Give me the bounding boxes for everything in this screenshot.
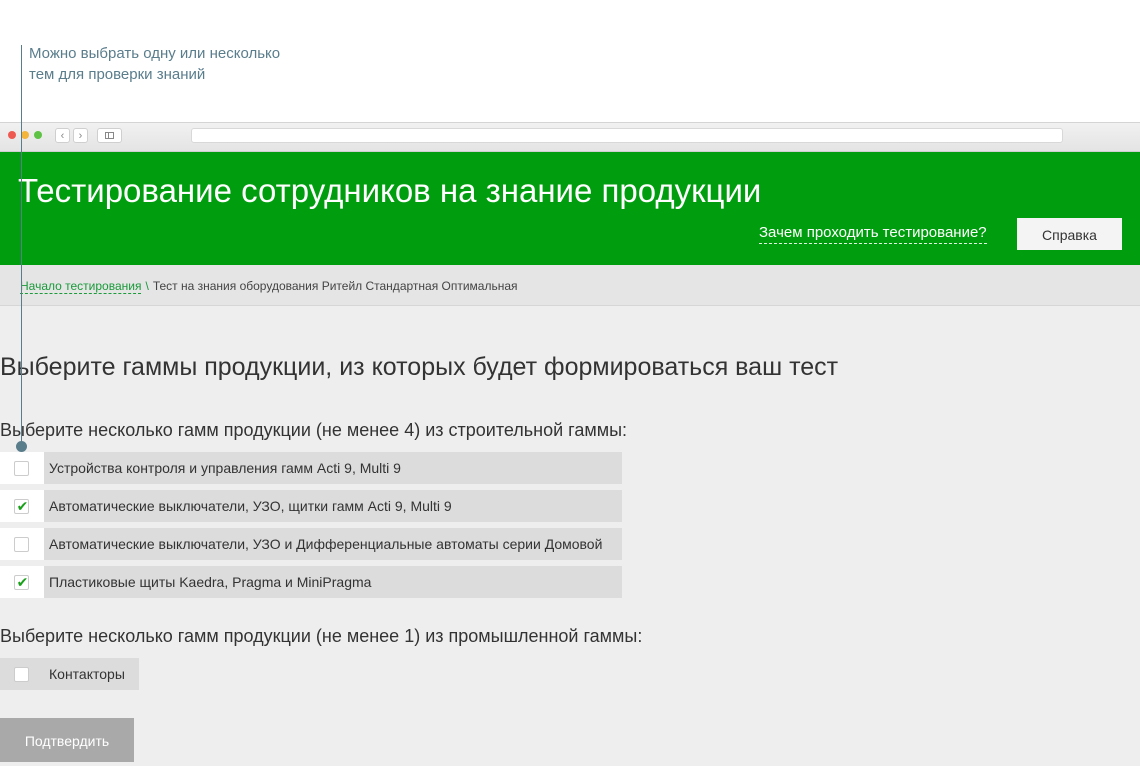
option-contactors[interactable]: Контакторы	[0, 658, 139, 690]
minimize-window-icon[interactable]	[21, 131, 29, 139]
sidebar-toggle-button[interactable]	[97, 128, 122, 143]
annotation-callout: Можно выбрать одну или несколько тем для…	[29, 43, 329, 85]
construction-section-label: Выберите несколько гамм продукции (не ме…	[0, 420, 628, 440]
annotation-line-2: тем для проверки знаний	[29, 66, 206, 83]
option-breakers-acti9[interactable]: ✔ Автоматические выключатели, УЗО, щитки…	[0, 490, 622, 522]
industrial-section-label: Выберите несколько гамм продукции (не ме…	[0, 626, 643, 646]
option-plastic-panels[interactable]: ✔ Пластиковые щиты Kaedra, Pragma и Mini…	[0, 566, 622, 598]
checkmark-icon: ✔	[16, 574, 29, 590]
option-label: Пластиковые щиты Kaedra, Pragma и MiniPr…	[49, 574, 372, 590]
checkbox-checked[interactable]: ✔	[14, 498, 29, 514]
checkmark-icon: ✔	[16, 498, 29, 514]
breadcrumb-separator: \	[145, 279, 149, 293]
site-header: Тестирование сотрудников на знание проду…	[0, 152, 1140, 265]
site-title: Тестирование сотрудников на знание проду…	[18, 172, 762, 209]
checkbox-cell	[0, 658, 44, 690]
option-label: Автоматические выключатели, УЗО, щитки г…	[49, 498, 452, 514]
option-label: Устройства контроля и управления гамм Ac…	[49, 460, 401, 476]
checkbox[interactable]	[14, 461, 29, 476]
back-button[interactable]: ‹	[55, 128, 70, 143]
option-label: Автоматические выключатели, УЗО и Диффер…	[49, 536, 603, 552]
annotation-pointer-dot	[16, 441, 27, 452]
checkbox-cell	[0, 528, 44, 560]
annotation-pointer-line	[21, 45, 22, 447]
browser-toolbar: ‹ ›	[0, 122, 1140, 152]
checkbox[interactable]	[14, 667, 29, 682]
close-window-icon[interactable]	[8, 131, 16, 139]
breadcrumb-bar: Начало тестирования \ Тест на знания обору…	[0, 265, 1140, 306]
option-label: Контакторы	[49, 666, 125, 682]
page-title: Выберите гаммы продукции, из которых буд…	[0, 353, 839, 381]
breadcrumb: Начало тестирования \ Тест на знания обору…	[20, 279, 518, 294]
annotation-line-1: Можно выбрать одну или несколько	[29, 45, 281, 62]
checkbox-checked[interactable]: ✔	[14, 574, 29, 590]
option-control-devices[interactable]: Устройства контроля и управления гамм Ac…	[0, 452, 622, 484]
help-button[interactable]: Справка	[1017, 218, 1122, 250]
checkbox[interactable]	[14, 537, 29, 552]
forward-button[interactable]: ›	[73, 128, 88, 143]
address-bar[interactable]	[191, 128, 1063, 143]
option-breakers-domovoy[interactable]: Автоматические выключатели, УЗО и Диффер…	[0, 528, 622, 560]
checkbox-cell: ✔	[0, 566, 44, 598]
breadcrumb-home-link[interactable]: Начало тестирования	[20, 279, 142, 294]
main-content: Выберите гаммы продукции, из которых буд…	[0, 306, 1140, 766]
confirm-button[interactable]: Подтвердить	[0, 718, 134, 762]
sidebar-icon	[105, 132, 114, 139]
checkbox-cell	[0, 452, 44, 484]
why-test-link[interactable]: Зачем проходить тестирование?	[759, 224, 987, 244]
checkbox-cell: ✔	[0, 490, 44, 522]
maximize-window-icon[interactable]	[34, 131, 42, 139]
breadcrumb-current: Тест на знания оборудования Ритейл Станд…	[152, 279, 518, 293]
